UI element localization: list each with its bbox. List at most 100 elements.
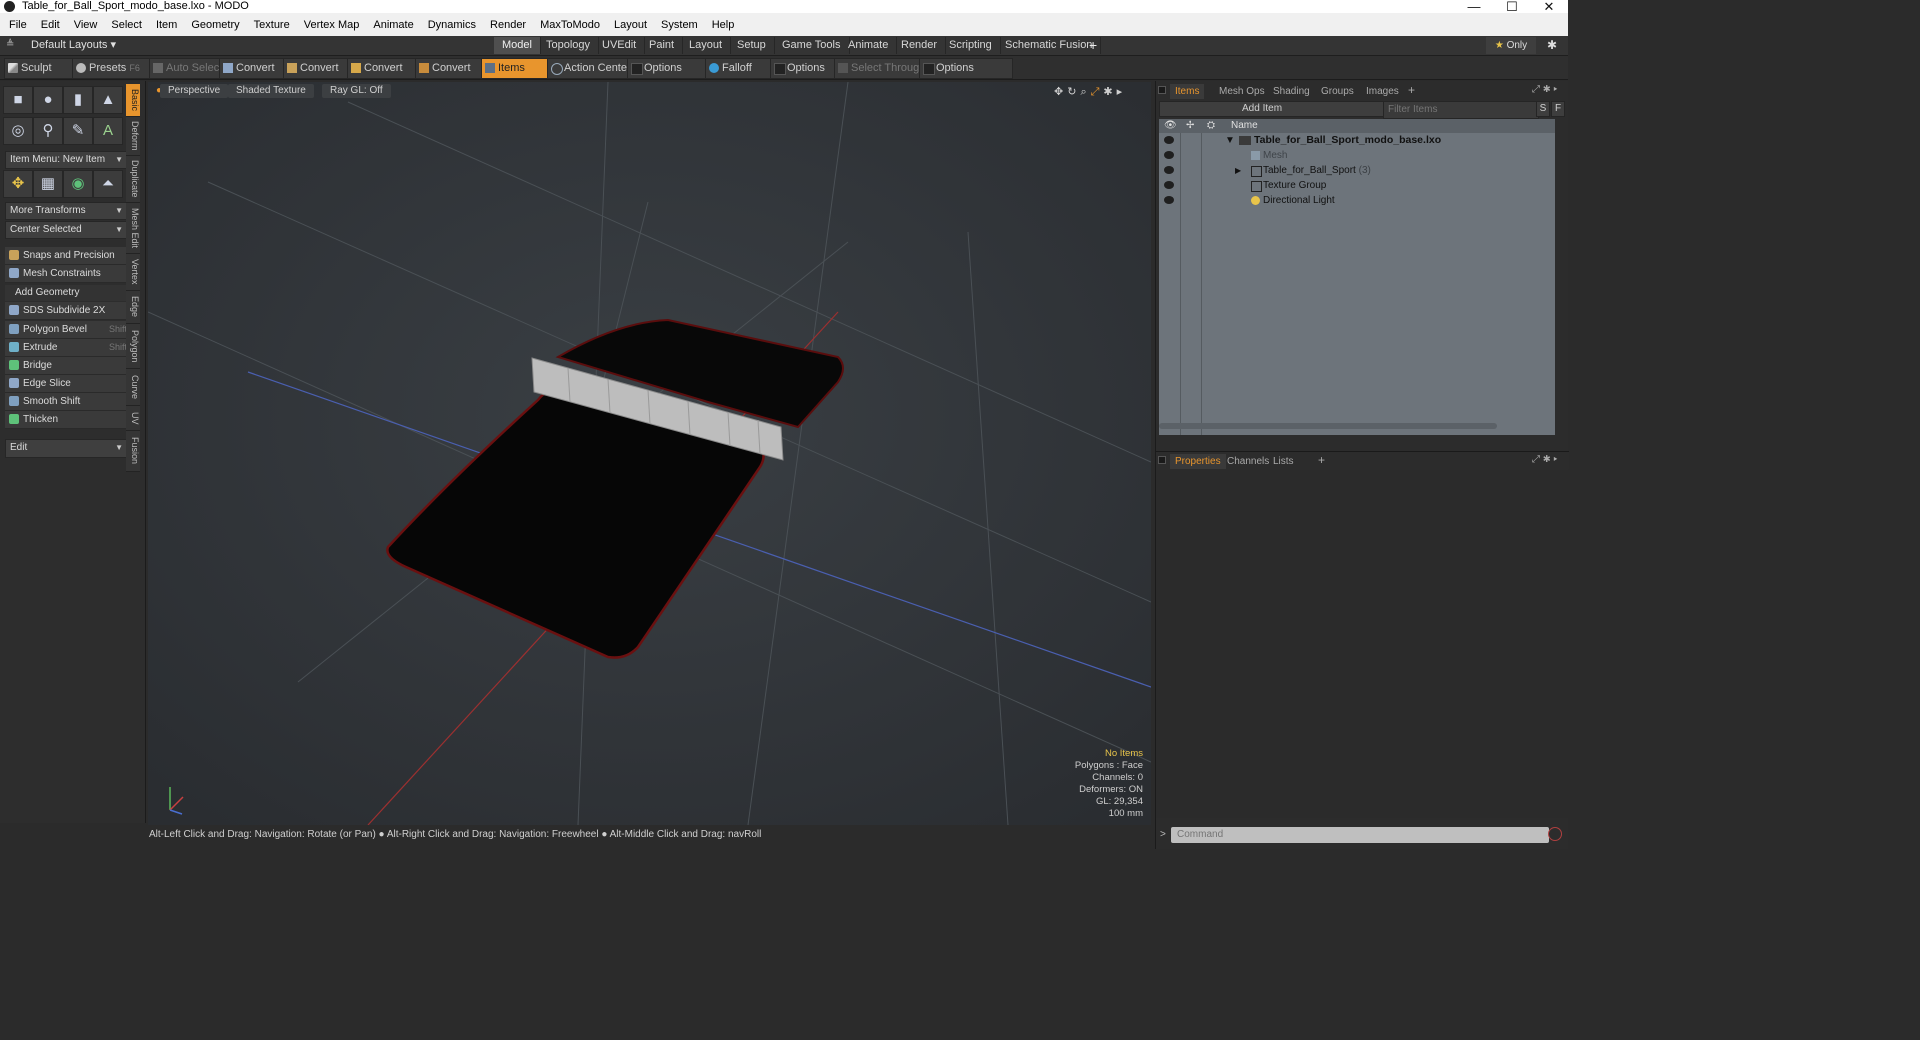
- taper-icon[interactable]: ⏶: [93, 170, 123, 198]
- menu-layout[interactable]: Layout: [607, 13, 654, 37]
- tab-game-tools[interactable]: Game Tools: [774, 37, 850, 54]
- vtab-duplicate[interactable]: Duplicate: [126, 156, 140, 203]
- tab-paint[interactable]: Paint: [641, 37, 684, 54]
- tab-images[interactable]: Images: [1361, 84, 1404, 99]
- collapse-arrow-icon[interactable]: ▼: [1225, 133, 1235, 148]
- arrow-icon[interactable]: ▸: [1553, 454, 1560, 465]
- tab-setup[interactable]: Setup: [729, 37, 775, 54]
- transform-icon[interactable]: ✥: [3, 170, 33, 198]
- eye-icon[interactable]: [1164, 136, 1174, 144]
- capsule-icon[interactable]: ⚲: [33, 117, 63, 145]
- name-column-header[interactable]: Name: [1231, 119, 1258, 133]
- tab-channels[interactable]: Channels: [1222, 454, 1274, 469]
- add-tab-button[interactable]: +: [1408, 83, 1415, 97]
- rotate-icon[interactable]: ↻: [1067, 86, 1080, 98]
- snaps-and-precision-button[interactable]: Snaps and Precision: [5, 247, 140, 265]
- raygl-toggle[interactable]: Ray GL: Off: [322, 84, 391, 98]
- layout-menu-icon[interactable]: ≜: [6, 39, 18, 51]
- menu-dynamics[interactable]: Dynamics: [421, 13, 483, 37]
- expand-arrow-icon[interactable]: ▶: [1235, 163, 1241, 178]
- tab-schematic-fusion[interactable]: Schematic Fusion: [997, 37, 1102, 54]
- vtab-edge[interactable]: Edge: [126, 291, 140, 324]
- add-layout-tab-button[interactable]: +: [1089, 36, 1097, 54]
- grid-icon[interactable]: ▦: [33, 170, 63, 198]
- menu-file[interactable]: File: [0, 13, 34, 37]
- panel-menu-icon[interactable]: [1158, 86, 1166, 94]
- tab-shading[interactable]: Shading: [1268, 84, 1315, 99]
- vtab-mesh-edit[interactable]: Mesh Edit: [126, 203, 140, 254]
- globe-icon[interactable]: ◉: [63, 170, 93, 198]
- add-geometry-header[interactable]: Add Geometry: [5, 285, 132, 301]
- search-f-button[interactable]: F: [1551, 101, 1565, 117]
- tool-thicken[interactable]: Thicken: [5, 411, 140, 429]
- center-selected-dropdown[interactable]: Center Selected ▼: [5, 221, 128, 239]
- torus-icon[interactable]: ◎: [3, 117, 33, 145]
- command-input[interactable]: [1171, 827, 1549, 843]
- 3d-viewport[interactable]: ● Perspective Shaded Texture Ray GL: Off…: [148, 82, 1151, 825]
- tab-groups[interactable]: Groups: [1316, 84, 1359, 99]
- only-toggle[interactable]: ★ Only: [1486, 37, 1536, 54]
- viewport-settings-icon[interactable]: ✱: [1103, 86, 1116, 98]
- eye-icon[interactable]: [1164, 181, 1174, 189]
- vtab-polygon[interactable]: Polygon: [126, 324, 140, 369]
- panel-menu-icon[interactable]: [1158, 456, 1166, 464]
- maximize-button[interactable]: ☐: [1494, 0, 1530, 13]
- menu-texture[interactable]: Texture: [247, 13, 297, 37]
- menu-item[interactable]: Item: [149, 13, 184, 37]
- vtab-fusion[interactable]: Fusion: [126, 431, 140, 472]
- minimize-button[interactable]: —: [1456, 0, 1492, 13]
- zoom-icon[interactable]: ⌕: [1080, 86, 1090, 98]
- menu-geometry[interactable]: Geometry: [184, 13, 246, 37]
- edit-dropdown[interactable]: Edit ▼: [5, 439, 128, 458]
- menu-select[interactable]: Select: [104, 13, 149, 37]
- menu-edit[interactable]: Edit: [34, 13, 67, 37]
- tab-topology[interactable]: Topology: [538, 37, 600, 54]
- eye-icon[interactable]: [1164, 196, 1174, 204]
- cube-icon[interactable]: ■: [3, 86, 33, 114]
- more-transforms-dropdown[interactable]: More Transforms ▼: [5, 202, 128, 220]
- cone-icon[interactable]: ▲: [93, 86, 123, 114]
- expand-arrow-icon[interactable]: ▸: [1117, 86, 1127, 98]
- gear-icon[interactable]: ✱: [1543, 454, 1553, 465]
- gear-icon[interactable]: ✱: [1543, 84, 1553, 95]
- select-options-button[interactable]: Options: [919, 58, 1013, 79]
- vtab-basic[interactable]: Basic: [126, 84, 140, 117]
- view-type-dropdown[interactable]: Perspective: [160, 84, 229, 98]
- tab-lists[interactable]: Lists: [1268, 454, 1299, 469]
- tab-items[interactable]: Items: [1170, 84, 1205, 99]
- search-s-button[interactable]: S: [1536, 101, 1550, 117]
- tab-model[interactable]: Model: [494, 37, 541, 54]
- arrow-icon[interactable]: ▸: [1553, 84, 1560, 95]
- eye-icon[interactable]: [1164, 166, 1174, 174]
- eye-icon[interactable]: [1164, 151, 1174, 159]
- list-item[interactable]: ▼ Table_for_Ball_Sport_modo_base.lxo: [1159, 133, 1555, 148]
- filter-items-input[interactable]: [1383, 101, 1539, 119]
- fit-icon[interactable]: ⤢: [1091, 86, 1104, 98]
- item-menu-dropdown[interactable]: Item Menu: New Item ▼: [5, 151, 128, 169]
- menu-render[interactable]: Render: [483, 13, 533, 37]
- menu-maxtomodo[interactable]: MaxToModo: [533, 13, 607, 37]
- tab-properties[interactable]: Properties: [1170, 454, 1226, 469]
- expand-icon[interactable]: ⤢: [1532, 84, 1543, 95]
- list-item[interactable]: Texture Group: [1159, 178, 1555, 193]
- tool-smooth-shift[interactable]: Smooth Shift: [5, 393, 140, 411]
- expand-icon[interactable]: ⤢: [1532, 454, 1543, 465]
- add-tab-button[interactable]: +: [1318, 453, 1325, 467]
- tab-scripting[interactable]: Scripting: [941, 37, 1001, 54]
- menu-vertex-map[interactable]: Vertex Map: [297, 13, 367, 37]
- list-item[interactable]: Mesh: [1159, 148, 1555, 163]
- tab-render[interactable]: Render: [893, 37, 947, 54]
- default-layouts-dropdown[interactable]: Default Layouts ▾: [31, 37, 116, 54]
- tool-edge-slice[interactable]: Edge Slice: [5, 375, 140, 393]
- tool-extrude[interactable]: Extrude Shift-X: [5, 339, 140, 357]
- tool-polygon-bevel[interactable]: Polygon Bevel Shift-B: [5, 321, 140, 339]
- tab-mesh-ops[interactable]: Mesh Ops: [1214, 84, 1270, 99]
- pen-tool-icon[interactable]: ✎: [63, 117, 93, 145]
- list-item[interactable]: Directional Light: [1159, 193, 1555, 208]
- sphere-icon[interactable]: ●: [33, 86, 63, 114]
- tool-sds-subdivide[interactable]: SDS Subdivide 2X: [5, 302, 140, 320]
- settings-gear-icon[interactable]: ✱: [1547, 37, 1557, 54]
- list-item[interactable]: ▶ Table_for_Ball_Sport (3): [1159, 163, 1555, 178]
- vtab-deform[interactable]: Deform: [126, 117, 140, 156]
- menu-animate[interactable]: Animate: [366, 13, 420, 37]
